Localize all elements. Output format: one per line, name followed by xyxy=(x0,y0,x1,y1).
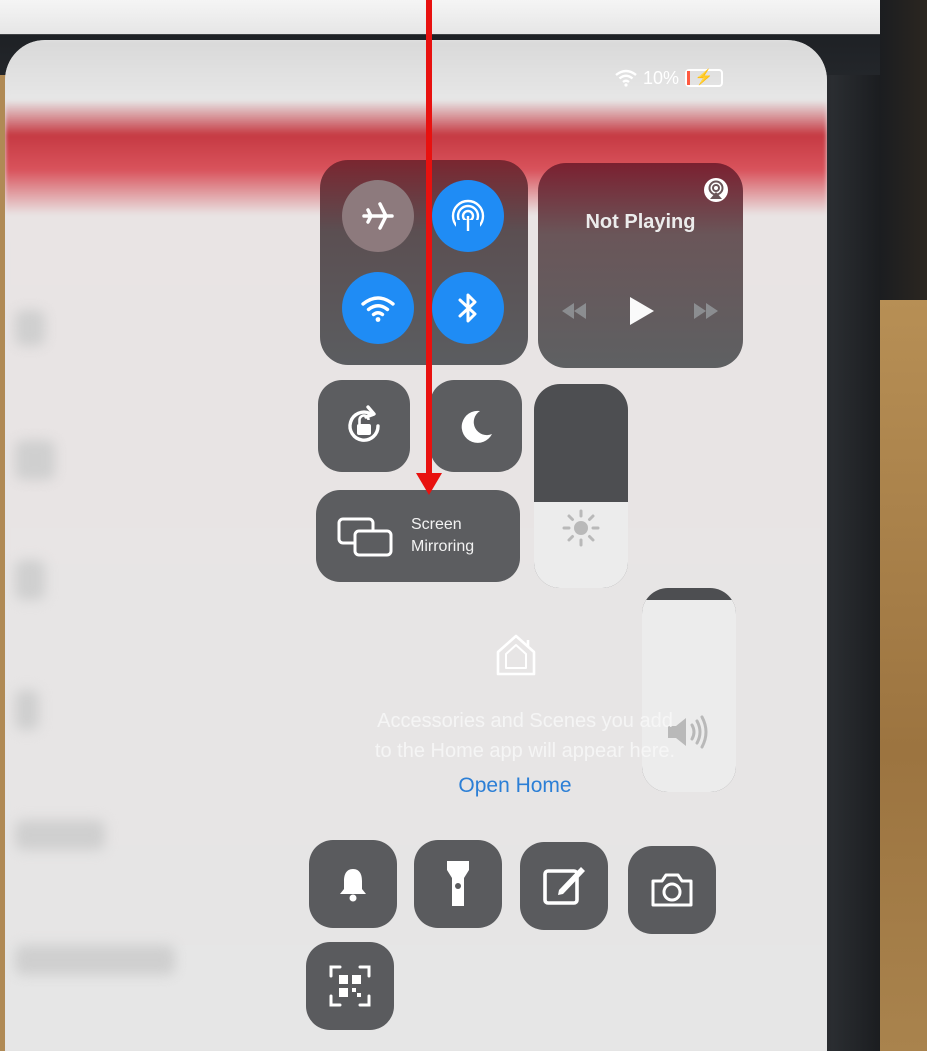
airplay-audio-icon[interactable] xyxy=(703,177,729,203)
flashlight-button[interactable] xyxy=(414,840,502,928)
do-not-disturb-toggle[interactable] xyxy=(430,380,522,472)
brightness-slider[interactable] xyxy=(534,384,628,588)
home-message-line1: Accessories and Scenes you add xyxy=(377,710,673,732)
wifi-icon xyxy=(615,69,637,87)
blurred-app-content xyxy=(15,690,39,730)
annotation-arrow-line xyxy=(426,0,432,478)
flashlight-icon xyxy=(447,861,469,906)
status-bar: 10% ⚡ xyxy=(615,66,724,90)
alarm-button[interactable] xyxy=(309,840,397,928)
wifi-toggle[interactable] xyxy=(342,272,414,344)
now-playing-title: Not Playing xyxy=(585,211,696,233)
battery-charging-icon: ⚡ xyxy=(685,69,724,87)
annotation-arrow-head xyxy=(416,473,442,495)
rotation-lock-icon xyxy=(348,405,380,442)
fast-forward-icon[interactable] xyxy=(688,291,724,331)
wifi-icon xyxy=(361,296,395,322)
open-home-link[interactable]: Open Home xyxy=(410,774,620,798)
airplane-mode-toggle[interactable] xyxy=(342,180,414,252)
screen-mirroring-label: Screen Mirroring xyxy=(411,514,474,558)
charging-bolt-icon: ⚡ xyxy=(694,69,714,86)
bluetooth-icon xyxy=(458,293,477,323)
bell-icon xyxy=(340,869,366,902)
screen-mirroring-label-line2: Mirroring xyxy=(411,538,475,555)
connectivity-module[interactable] xyxy=(320,160,528,365)
blurred-app-content xyxy=(15,440,55,480)
bluetooth-toggle[interactable] xyxy=(432,272,504,344)
airplane-icon xyxy=(362,202,394,230)
rotation-lock-toggle[interactable] xyxy=(318,380,410,472)
table-surface xyxy=(880,300,927,1051)
screen-mirroring-button[interactable]: Screen Mirroring xyxy=(316,490,520,582)
moon-icon xyxy=(461,410,492,443)
notes-button[interactable] xyxy=(520,842,608,930)
play-icon[interactable] xyxy=(624,291,658,331)
rewind-icon[interactable] xyxy=(556,291,592,331)
screen-mirroring-label-line1: Screen xyxy=(411,516,462,533)
sun-icon xyxy=(562,509,600,547)
blurred-app-content xyxy=(15,560,45,600)
camera-button[interactable] xyxy=(628,846,716,934)
battery-percentage: 10% xyxy=(643,67,680,88)
now-playing-module[interactable]: Not Playing xyxy=(538,163,743,368)
camera-icon xyxy=(651,873,693,907)
blurred-app-content xyxy=(15,945,175,975)
blurred-app-content xyxy=(15,310,45,346)
home-message-line2: to the Home app will appear here. xyxy=(374,740,676,762)
qr-scanner-button[interactable] xyxy=(306,942,394,1030)
qr-code-icon xyxy=(329,965,371,1007)
notes-icon xyxy=(543,867,585,905)
home-icon xyxy=(496,634,536,676)
screen-mirroring-icon xyxy=(337,517,393,557)
blurred-app-content xyxy=(15,820,105,850)
airdrop-toggle[interactable] xyxy=(432,180,504,252)
home-empty-message: Accessories and Scenes you add to the Ho… xyxy=(330,706,720,766)
airdrop-icon xyxy=(451,199,485,234)
